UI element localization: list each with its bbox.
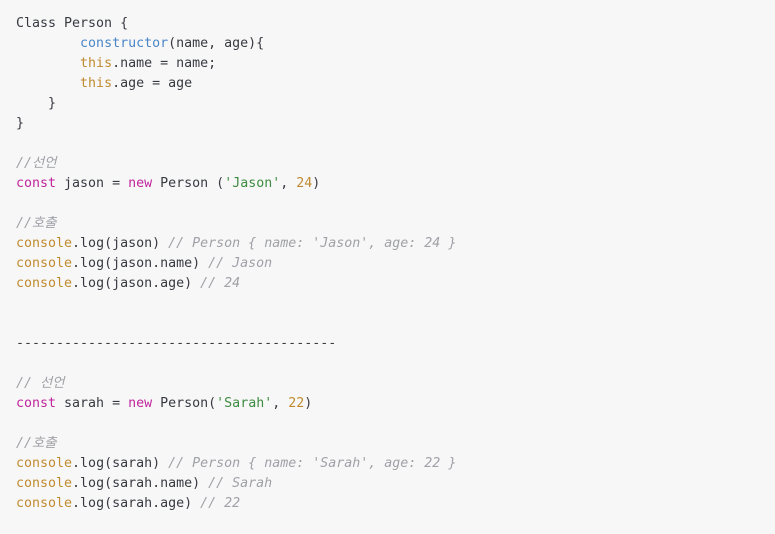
code-editor-surface[interactable]: Class Person { constructor(name, age){ t… [0, 0, 775, 534]
code-token: } [16, 116, 25, 131]
code-token: // Person { name: 'Sarah', age: 22 } [168, 456, 457, 471]
code-token: .log(jason) [72, 236, 169, 251]
code-token: console [16, 476, 73, 491]
code-token: //선언 [16, 156, 57, 171]
code-token: // 선언 [16, 376, 65, 391]
code-token: console [16, 496, 73, 511]
code-line: } [16, 94, 775, 114]
code-token: this [80, 76, 113, 91]
code-token: ) [312, 176, 321, 191]
code-line: console.log(sarah.age) // 22 [16, 494, 775, 514]
code-line: console.log(sarah.name) // Sarah [16, 474, 775, 494]
code-token: // Sarah [208, 476, 273, 491]
code-token: } [16, 96, 57, 111]
code-line: } [16, 114, 775, 134]
code-line: console.log(jason.name) // Jason [16, 254, 775, 274]
code-token: jason = [56, 176, 129, 191]
code-token: , [280, 176, 297, 191]
code-token: .log(sarah) [72, 456, 169, 471]
code-line: constructor(name, age){ [16, 34, 775, 54]
code-line: console.log(jason) // Person { name: 'Ja… [16, 234, 775, 254]
code-token: console [16, 236, 73, 251]
code-token: this [80, 56, 113, 71]
code-token: // 24 [200, 276, 241, 291]
code-token: // Person { name: 'Jason', age: 24 } [168, 236, 457, 251]
code-token: .log(jason.age) [72, 276, 201, 291]
code-token: new [128, 176, 153, 191]
code-token: constructor [80, 36, 169, 51]
code-token: 22 [288, 396, 305, 411]
code-token: 'Jason' [224, 176, 281, 191]
code-token: Person( [152, 396, 217, 411]
code-token: //호출 [16, 216, 57, 231]
code-line: // 선언 [16, 374, 775, 394]
code-token: ) [304, 396, 313, 411]
code-token: sarah = [56, 396, 129, 411]
code-token: const [16, 396, 57, 411]
code-token: //호출 [16, 436, 57, 451]
code-line: Class Person { [16, 14, 775, 34]
code-token: .log(sarah.name) [72, 476, 209, 491]
code-line: this.name = name; [16, 54, 775, 74]
code-token: .log(jason.name) [72, 256, 209, 271]
code-line: const jason = new Person ('Jason', 24) [16, 174, 775, 194]
code-token: (name, age){ [168, 36, 265, 51]
code-token: .log(sarah.age) [72, 496, 201, 511]
code-token: .age = age [112, 76, 193, 91]
code-token: , [272, 396, 289, 411]
code-line: //선언 [16, 154, 775, 174]
code-token: // 22 [200, 496, 241, 511]
code-line: ---------------------------------------- [16, 334, 775, 354]
code-token: 'Sarah' [216, 396, 273, 411]
code-token: const [16, 176, 57, 191]
code-token: // Jason [208, 256, 273, 271]
code-token: new [128, 396, 153, 411]
code-line: //호출 [16, 434, 775, 454]
code-token: console [16, 276, 73, 291]
code-line: const sarah = new Person('Sarah', 22) [16, 394, 775, 414]
code-line: console.log(jason.age) // 24 [16, 274, 775, 294]
code-token: console [16, 456, 73, 471]
code-line: console.log(sarah) // Person { name: 'Sa… [16, 454, 775, 474]
code-token: console [16, 256, 73, 271]
code-token: Person ( [152, 176, 225, 191]
code-token: .name = name; [112, 56, 217, 71]
code-line: this.age = age [16, 74, 775, 94]
code-token: 24 [296, 176, 313, 191]
code-line: //호출 [16, 214, 775, 234]
code-token: Class Person { [16, 16, 129, 31]
code-token: ---------------------------------------- [16, 336, 337, 351]
